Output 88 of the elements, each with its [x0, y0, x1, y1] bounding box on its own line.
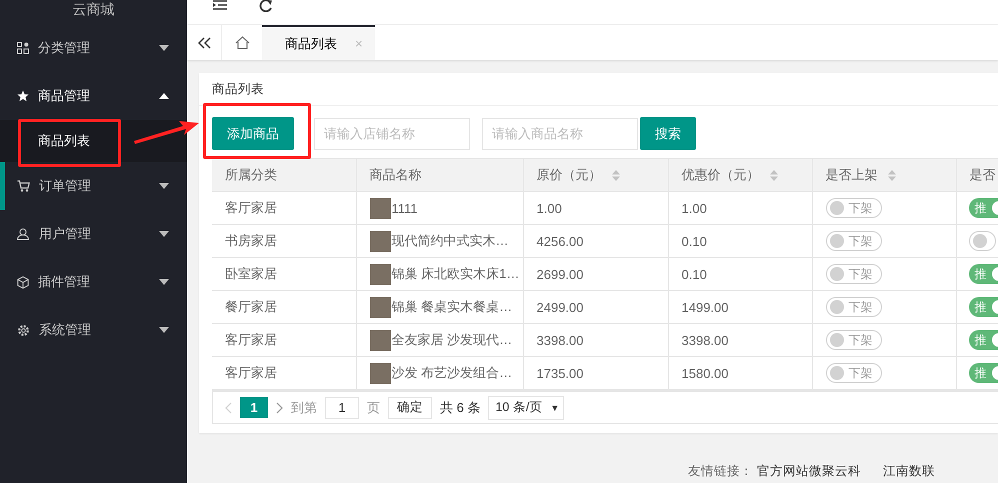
- arrow: [134, 120, 200, 146]
- indent-icon[interactable]: [213, 0, 227, 10]
- caret-up-icon: [159, 93, 169, 99]
- photo-placeholder: [370, 362, 390, 384]
- page-number-field[interactable]: 1: [325, 396, 359, 418]
- cart-icon: [17, 180, 30, 192]
- sidebar-item[interactable]: 系统管理: [0, 306, 187, 354]
- product-name-field[interactable]: 请输入商品名称: [482, 118, 638, 150]
- table-cell: 卧室家居: [212, 258, 356, 290]
- footer-link[interactable]: 江南数联: [883, 463, 935, 480]
- caret-down-icon: [159, 279, 169, 285]
- sidebar-item[interactable]: 用户管理: [0, 210, 187, 258]
- photo-placeholder: [370, 264, 390, 284]
- column-header[interactable]: 原价（元）: [523, 158, 668, 192]
- cube-icon: [17, 276, 29, 288]
- table-cell: 3398.00: [668, 324, 812, 356]
- product-name: 锦巢 餐桌实木餐桌…: [392, 298, 512, 316]
- sort-icon: [612, 170, 620, 180]
- status-switch[interactable]: [968, 231, 996, 251]
- user-icon: [17, 228, 30, 240]
- star-icon: [17, 90, 29, 102]
- sidebar-subitem[interactable]: 商品列表: [0, 120, 187, 162]
- goto-label: 到第: [291, 398, 317, 416]
- sidebar-item[interactable]: 商品管理: [0, 72, 187, 120]
- status-switch[interactable]: 下架: [826, 330, 882, 350]
- photo-placeholder: [370, 296, 390, 318]
- photo-placeholder: [370, 198, 390, 218]
- sidebar-item[interactable]: 订单管理: [0, 162, 187, 210]
- product-name: 沙发 布艺沙发组合…: [392, 364, 512, 382]
- table-cell: 客厅家居: [212, 192, 356, 224]
- confirm-button[interactable]: 确定: [388, 396, 432, 418]
- gear-icon: [17, 324, 30, 336]
- total-count: 共 6 条: [440, 398, 480, 416]
- caret-down-icon: [159, 327, 169, 333]
- caret-down-icon: [159, 231, 169, 237]
- status-switch[interactable]: 下架: [826, 297, 882, 317]
- table-cell: 1.00: [523, 192, 668, 224]
- add-product-button[interactable]: 添加商品: [212, 117, 294, 150]
- page-button[interactable]: 1: [240, 397, 268, 418]
- page-unit-label: 页: [367, 398, 380, 416]
- sort-icon: [888, 170, 896, 180]
- table-cell: 1.00: [668, 192, 812, 224]
- product-name: 现代简约中式实木…: [392, 232, 508, 250]
- grid-icon: [17, 42, 29, 54]
- product-name: 全友家居 沙发现代…: [392, 331, 512, 349]
- photo-placeholder: [370, 330, 390, 350]
- table-cell: 4256.00: [523, 224, 668, 258]
- chevron-right-icon[interactable]: [276, 402, 283, 414]
- app-title: 云商城: [72, 1, 114, 17]
- refresh-icon[interactable]: [259, 0, 273, 12]
- table-cell: 2499.00: [523, 290, 668, 324]
- table-cell: 2699.00: [523, 258, 668, 290]
- table-cell: 客厅家居: [212, 356, 356, 390]
- column-header: 是否: [956, 158, 998, 192]
- photo-placeholder: [370, 230, 390, 252]
- caret-down-icon: [159, 183, 169, 189]
- footer-link[interactable]: 官方网站微聚云科: [757, 463, 861, 480]
- table-cell: 1735.00: [523, 356, 668, 390]
- column-header[interactable]: 是否上架: [812, 158, 956, 192]
- card-title: 商品列表: [199, 73, 998, 106]
- status-switch[interactable]: 下架: [826, 264, 882, 284]
- table-cell: 餐厅家居: [212, 290, 356, 324]
- table-cell: 3398.00: [523, 324, 668, 356]
- status-switch[interactable]: 下架: [826, 363, 882, 383]
- status-switch[interactable]: 下架: [826, 231, 882, 251]
- search-button[interactable]: 搜索: [640, 117, 696, 150]
- table-cell: 书房家居: [212, 224, 356, 258]
- column-header: 商品名称: [356, 158, 523, 192]
- column-header[interactable]: 优惠价（元）: [668, 158, 812, 192]
- shop-name-field[interactable]: 请输入店铺名称: [314, 118, 470, 150]
- page-tab[interactable]: 商品列表 ×: [262, 25, 375, 60]
- sidebar-item[interactable]: 插件管理: [0, 258, 187, 306]
- table-cell: 0.10: [668, 224, 812, 258]
- table-cell: 客厅家居: [212, 324, 356, 356]
- page-size-select[interactable]: 10 条/页 ▼: [488, 396, 564, 420]
- double-chevron-left-icon[interactable]: [197, 36, 211, 48]
- friend-links-label: 友情链接：: [688, 463, 753, 480]
- column-header: 所属分类: [212, 158, 356, 192]
- home-icon[interactable]: [234, 36, 250, 49]
- sort-icon: [770, 170, 778, 180]
- caret-down-icon: [159, 45, 169, 51]
- status-switch[interactable]: 下架: [826, 198, 882, 218]
- table-cell: 1499.00: [668, 290, 812, 324]
- table-cell: 1580.00: [668, 356, 812, 390]
- product-name: 锦巢 床北欧实木床1…: [392, 265, 520, 283]
- table-cell: 0.10: [668, 258, 812, 290]
- product-name: 1111: [392, 200, 418, 216]
- sidebar-item[interactable]: 分类管理: [0, 24, 187, 72]
